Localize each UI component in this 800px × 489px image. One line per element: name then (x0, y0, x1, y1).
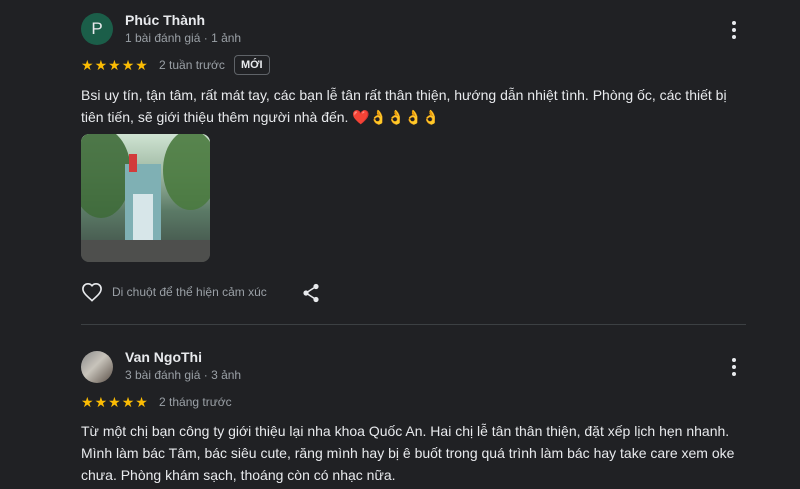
author-name[interactable]: Phúc Thành (125, 12, 205, 28)
avatar-letter: P (91, 19, 103, 38)
star-rating: ★ ★ ★ ★ ★ (81, 58, 148, 72)
star-icon: ★ (81, 57, 94, 73)
author-meta: 3 bài đánh giá · 3 ảnh (125, 368, 242, 382)
review-divider (81, 324, 746, 325)
author-meta: 1 bài đánh giá · 1 ảnh (125, 31, 242, 45)
review-time: 2 tuần trước (159, 58, 225, 72)
review-text: Từ một chị bạn công ty giới thiệu lại nh… (81, 423, 735, 483)
reaction-row[interactable]: Di chuột để thể hiện cảm xúc (81, 282, 267, 302)
more-options-button[interactable] (724, 357, 744, 377)
more-options-button[interactable] (724, 20, 744, 40)
star-icon: ★ (94, 394, 108, 410)
review-time: 2 tháng trước (159, 395, 232, 409)
share-icon[interactable] (302, 283, 320, 303)
star-icon: ★ (81, 394, 94, 410)
reaction-hint: Di chuột để thể hiện cảm xúc (112, 285, 267, 299)
review-photo[interactable] (81, 134, 210, 262)
star-rating: ★ ★ ★ ★ ★ (81, 395, 148, 409)
more-vert-icon (732, 358, 736, 362)
avatar[interactable]: P (81, 13, 113, 45)
avatar[interactable] (81, 351, 113, 383)
star-icon: ★ (135, 57, 148, 73)
review-text: Bsi uy tín, tận tâm, rất mát tay, các bạ… (81, 87, 727, 125)
star-icon: ★ (135, 394, 148, 410)
star-icon: ★ (121, 57, 135, 73)
star-icon: ★ (108, 57, 121, 73)
star-icon: ★ (121, 394, 135, 410)
author-name[interactable]: Van NgoThi (125, 349, 202, 365)
more-vert-icon (732, 21, 736, 25)
new-badge: MỚI (234, 55, 270, 75)
heart-outline-icon[interactable] (81, 282, 103, 302)
star-icon: ★ (108, 394, 121, 410)
star-icon: ★ (94, 57, 108, 73)
